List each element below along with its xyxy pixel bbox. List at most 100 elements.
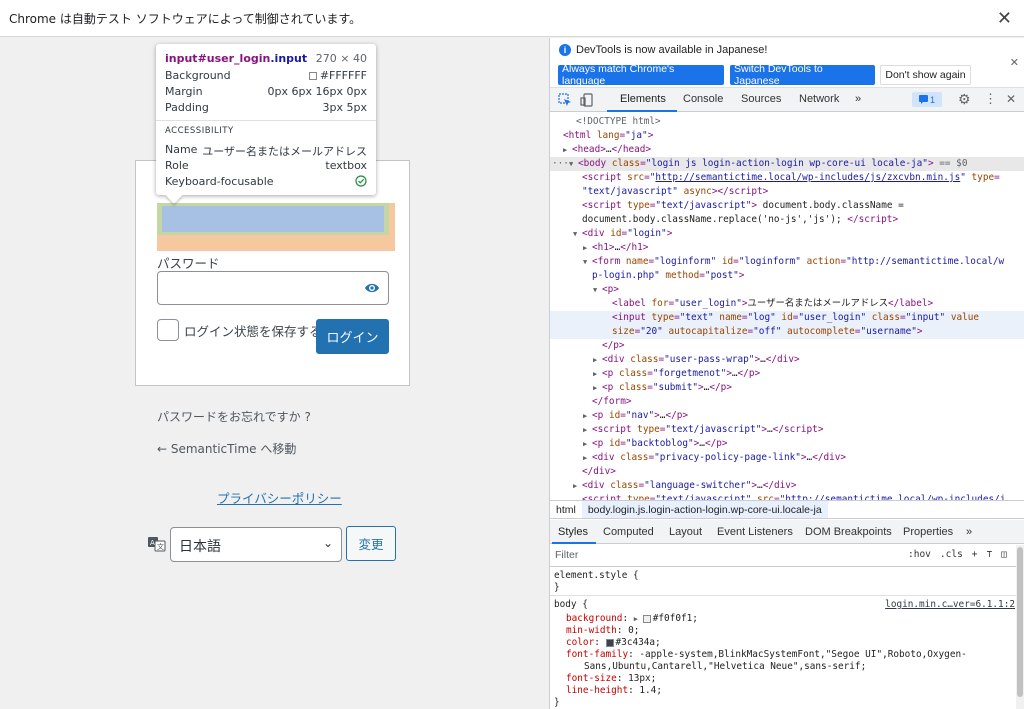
eye-icon[interactable] bbox=[364, 281, 380, 295]
device-toolbar-icon[interactable] bbox=[580, 93, 594, 107]
language-select-value: 日本語 bbox=[179, 539, 221, 555]
message-icon bbox=[918, 95, 928, 104]
dom-node[interactable]: <label for="user_login">ユーザー名またはメールアドレス<… bbox=[550, 297, 1024, 311]
style-declaration[interactable]: font-size: 13px; bbox=[566, 673, 656, 685]
dom-node[interactable]: ▼ <p> bbox=[550, 283, 1024, 297]
dom-node[interactable]: <input type="text" name="log" id="user_l… bbox=[550, 311, 1024, 325]
remember-me-label: ログイン状態を保存する bbox=[184, 324, 322, 339]
dom-node[interactable]: <!DOCTYPE html> bbox=[550, 115, 1024, 129]
more-subtabs-button[interactable]: » bbox=[966, 526, 972, 538]
dom-node[interactable]: ▶ <div class="privacy-policy-page-link">…… bbox=[550, 451, 1024, 465]
svg-text:A: A bbox=[150, 539, 155, 547]
info-icon: i bbox=[559, 44, 571, 56]
devtools-tabbar: Elements Console Sources Network » 1 ⚙ ⋮… bbox=[550, 88, 1024, 112]
styles-filter-input[interactable]: Filter bbox=[555, 549, 578, 561]
dom-node[interactable]: <script type="text/javascript"> document… bbox=[550, 199, 1024, 213]
style-declaration[interactable]: background: ▶ #f0f0f1; bbox=[566, 613, 698, 625]
svg-text:文: 文 bbox=[157, 542, 164, 551]
tab-sources[interactable]: Sources bbox=[741, 93, 781, 105]
more-tabs-button[interactable]: » bbox=[855, 93, 861, 105]
dom-node[interactable]: ▶ <head>…</head> bbox=[550, 143, 1024, 157]
password-input[interactable] bbox=[157, 271, 389, 305]
close-devtools-icon[interactable]: ✕ bbox=[1006, 92, 1016, 106]
dom-node[interactable]: ▶ <p class="forgetmenot">…</p> bbox=[550, 367, 1024, 381]
add-rule-button[interactable]: + bbox=[972, 549, 978, 560]
close-icon[interactable]: ✕ bbox=[1010, 56, 1019, 69]
tab-computed[interactable]: Computed bbox=[603, 526, 654, 538]
dom-node[interactable]: </div> bbox=[550, 465, 1024, 479]
tab-network[interactable]: Network bbox=[799, 93, 839, 105]
tab-styles[interactable]: Styles bbox=[558, 526, 588, 538]
styles-scrollbar[interactable] bbox=[1016, 545, 1024, 709]
remember-me-checkbox[interactable] bbox=[157, 319, 179, 341]
element-style-rule[interactable]: element.style { bbox=[554, 570, 639, 582]
tab-layout[interactable]: Layout bbox=[669, 526, 702, 538]
tab-console[interactable]: Console bbox=[683, 93, 723, 105]
inspect-element-icon[interactable] bbox=[558, 93, 572, 107]
dom-node[interactable]: </p> bbox=[550, 339, 1024, 353]
style-declaration[interactable]: color: #3c434a; bbox=[566, 637, 661, 649]
tab-event-listeners[interactable]: Event Listeners bbox=[717, 526, 793, 538]
dom-node[interactable]: ▶ <p class="submit">…</p> bbox=[550, 381, 1024, 395]
dont-show-again-button[interactable]: Don't show again bbox=[880, 65, 971, 85]
dom-node[interactable]: <script src="http://semantictime.local/w… bbox=[550, 171, 1024, 185]
dom-node[interactable]: ▶ <p id="backtoblog">…</p> bbox=[550, 437, 1024, 451]
issues-badge[interactable]: 1 bbox=[912, 92, 942, 107]
dom-node[interactable]: ▶ <h1>…</h1> bbox=[550, 241, 1024, 255]
page-viewport: パスワード ログイン状態を保存する ログイン パスワードをお忘れですか ? ← … bbox=[0, 38, 549, 709]
dom-node[interactable]: </form> bbox=[550, 395, 1024, 409]
password-label: パスワード bbox=[157, 256, 220, 271]
dom-node[interactable]: ▼ <form name="loginform" id="loginform" a… bbox=[550, 255, 1024, 269]
scrollbar-thumb[interactable] bbox=[1017, 547, 1023, 697]
style-declaration[interactable]: font-family: -apple-system,BlinkMacSyste… bbox=[566, 649, 967, 661]
tab-dom-breakpoints[interactable]: DOM Breakpoints bbox=[805, 526, 892, 538]
color-swatch-icon bbox=[308, 72, 317, 80]
style-declaration[interactable]: min-width: 0; bbox=[566, 625, 639, 637]
close-icon[interactable]: ✕ bbox=[997, 8, 1012, 29]
dom-node[interactable]: "text/javascript" async></script> bbox=[550, 185, 1024, 199]
rule-divider bbox=[550, 595, 1017, 596]
dom-node[interactable]: ▶ <div class="user-pass-wrap">…</div> bbox=[550, 353, 1024, 367]
switch-language-button[interactable]: Switch DevTools to Japanese bbox=[730, 63, 875, 87]
settings-gear-icon[interactable]: ⚙ bbox=[958, 91, 971, 108]
tooltip-accessibility-title: ACCESSIBILITY bbox=[165, 126, 234, 136]
dom-node[interactable]: ···▼ <body class="login js login-action-l… bbox=[550, 157, 1024, 171]
stylesheet-source-link[interactable]: login.min.c…ver=6.1.1:2 bbox=[885, 599, 1015, 610]
login-button[interactable]: ログイン bbox=[316, 319, 389, 354]
dom-node[interactable]: p-login.php" method="post"> bbox=[550, 269, 1024, 283]
lost-password-link[interactable]: パスワードをお忘れですか ? bbox=[157, 408, 311, 425]
language-banner: i DevTools is now available in Japanese!… bbox=[550, 38, 1024, 88]
kebab-menu-icon[interactable]: ⋮ bbox=[984, 91, 997, 107]
match-language-button[interactable]: Always match Chrome's language bbox=[558, 63, 724, 87]
change-language-button[interactable]: 変更 bbox=[346, 526, 396, 561]
paint-icon[interactable]: ⊤ bbox=[987, 549, 993, 560]
tooltip-background-label: Background bbox=[165, 69, 231, 82]
dom-node[interactable]: <script type="text/javascript" src="http… bbox=[550, 493, 1024, 500]
tab-elements[interactable]: Elements bbox=[620, 93, 666, 105]
style-declaration[interactable]: line-height: 1.4; bbox=[566, 685, 662, 697]
automation-message: Chrome は自動テスト ソフトウェアによって制御されています。 bbox=[9, 11, 362, 26]
dom-node[interactable]: ▶ <div class="language-switcher">…</div> bbox=[550, 479, 1024, 493]
back-to-site-link[interactable]: ← SemanticTime へ移動 bbox=[157, 440, 296, 457]
language-select[interactable]: 日本語 ⌄ bbox=[170, 527, 342, 562]
class-toggle-button[interactable]: .cls bbox=[940, 549, 963, 560]
dom-node[interactable]: <html lang="ja"> bbox=[550, 129, 1024, 143]
breadcrumb-html[interactable]: html bbox=[550, 501, 582, 518]
hover-state-button[interactable]: :hov bbox=[908, 549, 931, 560]
dom-node[interactable]: document.body.className.replace('no-js',… bbox=[550, 213, 1024, 227]
dom-node[interactable]: ▶ <script type="text/javascript">…</scrip… bbox=[550, 423, 1024, 437]
translation-icon: A 文 bbox=[148, 537, 166, 552]
breadcrumb-body[interactable]: body.login.js.login-action-login.wp-core… bbox=[581, 501, 828, 518]
sidebar-toggle-icon[interactable]: ◫ bbox=[1001, 549, 1007, 560]
chevron-down-icon: ⌄ bbox=[322, 536, 333, 550]
dom-node[interactable]: size="20" autocapitalize="off" autocompl… bbox=[550, 325, 1024, 339]
tooltip-padding-label: Padding bbox=[165, 101, 209, 114]
devtools-panel: i DevTools is now available in Japanese!… bbox=[549, 38, 1024, 709]
body-rule-selector[interactable]: body { bbox=[554, 599, 588, 611]
username-input[interactable] bbox=[162, 206, 384, 232]
privacy-policy-link[interactable]: プライバシーポリシー bbox=[217, 488, 342, 507]
dom-node[interactable]: ▶ <p id="nav">…</p> bbox=[550, 409, 1024, 423]
styles-tabbar: Styles Computed Layout Event Listeners D… bbox=[550, 520, 1024, 544]
dom-node[interactable]: ▼ <div id="login"> bbox=[550, 227, 1024, 241]
tab-properties[interactable]: Properties bbox=[903, 526, 953, 538]
